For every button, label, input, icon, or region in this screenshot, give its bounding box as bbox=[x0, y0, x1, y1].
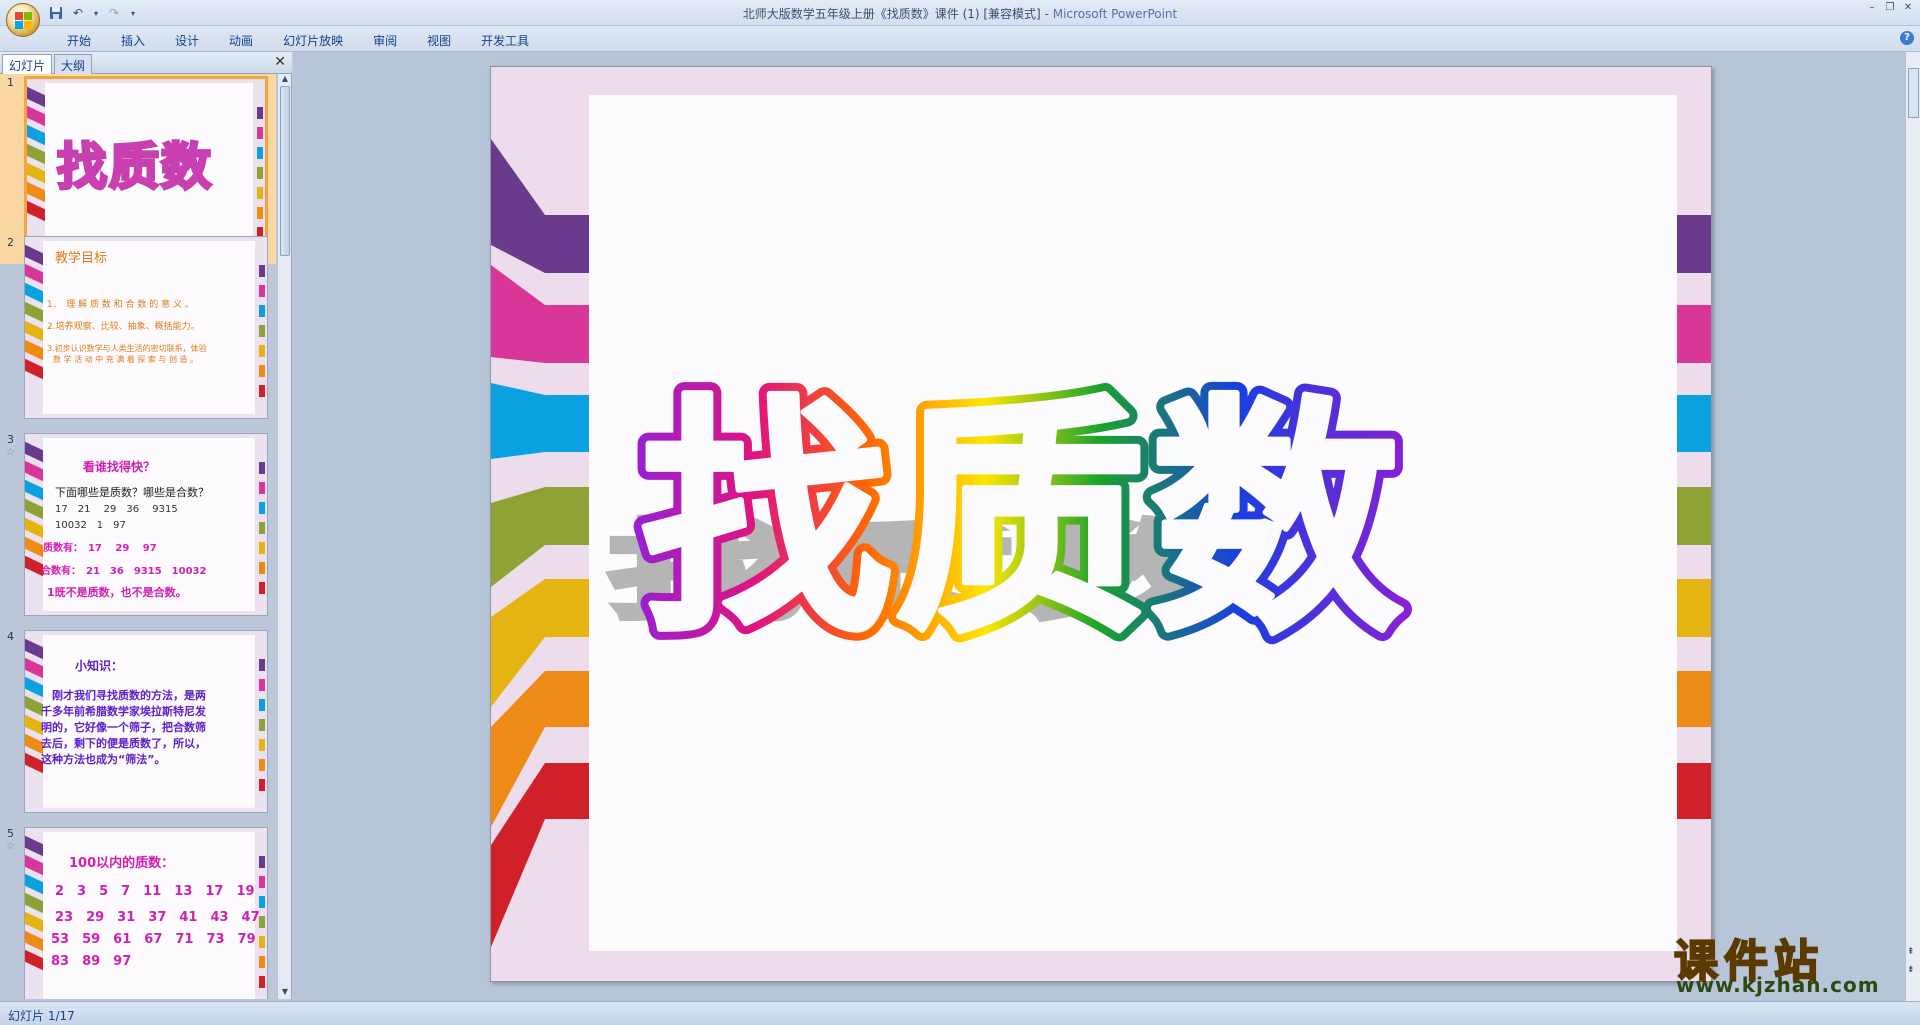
thumbnail: 小知识： 刚才我们寻找质数的方法，是两 千多年前希腊数学家埃拉斯特尼发 明的，它… bbox=[24, 630, 268, 813]
app-name: Microsoft PowerPoint bbox=[1052, 7, 1178, 21]
tab-animations[interactable]: 动画 bbox=[214, 30, 268, 51]
ribbon: 开始 插入 设计 动画 幻灯片放映 审阅 视图 开发工具 ? bbox=[0, 26, 1920, 52]
thumbnail-line: 1既不是质数，也不是合数。 bbox=[47, 586, 187, 599]
slide-thumbnail-3[interactable]: 3 ☆ 看谁找得快？ 下面哪些是质数？哪些是合数？ 17 21 29 36 93… bbox=[0, 431, 276, 621]
thumbnail-line: 质数有： 17 29 97 bbox=[43, 543, 157, 554]
thumbnail-heading: 小知识： bbox=[75, 659, 124, 673]
restore-button[interactable]: ❐ bbox=[1882, 2, 1898, 14]
scroll-down-icon[interactable]: ▼ bbox=[278, 987, 292, 999]
status-bar: 幻灯片 1/17 bbox=[0, 1001, 1920, 1025]
thumbnail-line: 83 89 97 bbox=[51, 954, 132, 969]
ribbon-tabs: 开始 插入 设计 动画 幻灯片放映 审阅 视图 开发工具 bbox=[52, 30, 544, 51]
tab-insert[interactable]: 插入 bbox=[106, 30, 160, 51]
slides-pane: 幻灯片 大纲 ✕ 1 找质数 2 教学目标 1． 理 解 质 数 和 合 数 的… bbox=[0, 52, 292, 1001]
stripe-decoration bbox=[27, 86, 45, 241]
main-slide[interactable]: 找质数 找质数 找质数 bbox=[490, 66, 1712, 982]
previous-slide-icon[interactable]: ⇞ bbox=[1907, 947, 1915, 957]
tab-home[interactable]: 开始 bbox=[52, 30, 106, 51]
scroll-thumb[interactable] bbox=[280, 86, 290, 256]
office-logo-icon bbox=[15, 12, 33, 30]
animation-star-icon: ☆ bbox=[6, 447, 15, 458]
slide-number: 5 bbox=[7, 827, 14, 840]
thumbnail-line: 3.初步认识数学与人类生活的密切联系，体验 bbox=[47, 344, 207, 353]
thumbnail-line: 23 29 31 37 41 43 47 bbox=[55, 910, 260, 925]
thumbnail: 教学目标 1． 理 解 质 数 和 合 数 的 意 义 。 2.培养观察、比较、… bbox=[24, 236, 268, 419]
thumbnail-heading: 教学目标 bbox=[55, 251, 108, 266]
slide-thumbnail-2[interactable]: 2 教学目标 1． 理 解 质 数 和 合 数 的 意 义 。 2.培养观察、比… bbox=[0, 234, 276, 424]
thumbnail-scrollbar[interactable]: ▲ ▼ bbox=[277, 74, 291, 999]
next-slide-icon[interactable]: ⇟ bbox=[1907, 965, 1915, 975]
thumbnail-line: 去后，剩下的便是质数了，所以， bbox=[41, 737, 206, 750]
tab-developer[interactable]: 开发工具 bbox=[466, 30, 544, 51]
slide-count-status: 幻灯片 1/17 bbox=[8, 1009, 75, 1023]
thumbnail-line: 刚才我们寻找质数的方法，是两 bbox=[41, 689, 206, 702]
watermark-url: www.kjzhan.com bbox=[1676, 973, 1880, 997]
tab-design[interactable]: 设计 bbox=[160, 30, 214, 51]
thumbnail: 看谁找得快？ 下面哪些是质数？哪些是合数？ 17 21 29 36 9315 1… bbox=[24, 433, 268, 616]
thumbnail-line: 53 59 61 67 71 73 79 bbox=[51, 932, 256, 947]
tab-review[interactable]: 审阅 bbox=[358, 30, 412, 51]
thumbnail-line: 2 3 5 7 11 13 17 19 bbox=[55, 884, 255, 899]
slide-number: 2 bbox=[7, 236, 14, 249]
watermark-logo: 课件站 www.kjzhan.com bbox=[1668, 925, 1904, 999]
tab-outline[interactable]: 大纲 bbox=[54, 54, 93, 74]
scroll-thumb[interactable] bbox=[1908, 68, 1919, 118]
help-icon[interactable]: ? bbox=[1900, 31, 1914, 45]
thumbnail: 100以内的质数： 2 3 5 7 11 13 17 19 23 29 31 3… bbox=[24, 827, 268, 999]
thumbnail-line: 下面哪些是质数？哪些是合数？ bbox=[55, 486, 209, 499]
main-vertical-scrollbar[interactable]: ⇞ ⇟ bbox=[1905, 52, 1920, 1001]
window-title: 北师大版数学五年级上册《找质数》课件 (1) [兼容模式] - Microsof… bbox=[742, 7, 1178, 21]
thumbnail-line: 合数有： 21 36 9315 10032 bbox=[41, 566, 207, 577]
slide-thumbnail-list: 1 找质数 2 教学目标 1． 理 解 质 数 和 合 数 的 意 义 。 2.… bbox=[0, 74, 276, 999]
window-controls: – ❐ ✕ bbox=[1864, 2, 1916, 14]
tab-view[interactable]: 视图 bbox=[412, 30, 466, 51]
document-title: 北师大版数学五年级上册《找质数》课件 (1) [兼容模式] bbox=[742, 7, 1041, 21]
pane-tabs: 幻灯片 大纲 ✕ bbox=[0, 52, 292, 74]
tab-slides[interactable]: 幻灯片 bbox=[2, 54, 53, 74]
thumbnail-line: 17 21 29 36 9315 bbox=[55, 504, 178, 515]
close-button[interactable]: ✕ bbox=[1900, 2, 1916, 14]
animation-star-icon: ☆ bbox=[6, 841, 15, 852]
close-pane-icon[interactable]: ✕ bbox=[274, 54, 286, 70]
slide-title-inner: 找质数 bbox=[641, 375, 1406, 666]
slide-thumbnail-4[interactable]: 4 小知识： 刚才我们寻找质数的方法，是两 千多年前希腊数学家埃拉斯特尼发 明的… bbox=[0, 628, 276, 818]
slide-number: 3 bbox=[7, 433, 14, 446]
slide-number: 4 bbox=[7, 630, 14, 643]
thumbnail-title: 找质数 bbox=[56, 137, 213, 198]
thumbnail-line: 2.培养观察、比较、抽象、概括能力。 bbox=[47, 322, 200, 332]
thumbnail-line: 千多年前希腊数学家埃拉斯特尼发 bbox=[41, 705, 206, 718]
thumbnail-heading: 看谁找得快？ bbox=[83, 460, 156, 474]
thumbnail-line: 明的，它好像一个筛子，把合数筛 bbox=[41, 721, 206, 734]
slide-number: 1 bbox=[7, 76, 14, 89]
thumbnail-line: 10032 1 97 bbox=[55, 520, 126, 531]
title-bar: ↶ ▾ ↷ ▾ 北师大版数学五年级上册《找质数》课件 (1) [兼容模式] - … bbox=[0, 0, 1920, 37]
slide-thumbnail-5[interactable]: 5 ☆ 100以内的质数： 2 3 5 7 11 13 17 19 23 29 … bbox=[0, 825, 276, 999]
tab-slideshow[interactable]: 幻灯片放映 bbox=[268, 30, 358, 51]
thumbnail-line: 数 学 活 动 中 充 满 着 探 索 与 创 造 。 bbox=[53, 355, 199, 364]
office-button[interactable] bbox=[6, 3, 40, 37]
minimize-button[interactable]: – bbox=[1864, 2, 1880, 14]
thumbnail: 找质数 bbox=[24, 76, 268, 259]
thumbnail-line: 这种方法也成为“筛法”。 bbox=[41, 753, 166, 766]
scroll-up-icon[interactable]: ▲ bbox=[278, 74, 292, 86]
stripe-decoration bbox=[257, 107, 263, 247]
thumbnail-line: 1． 理 解 质 数 和 合 数 的 意 义 。 bbox=[47, 300, 194, 310]
thumbnail-heading: 100以内的质数： bbox=[69, 856, 175, 871]
